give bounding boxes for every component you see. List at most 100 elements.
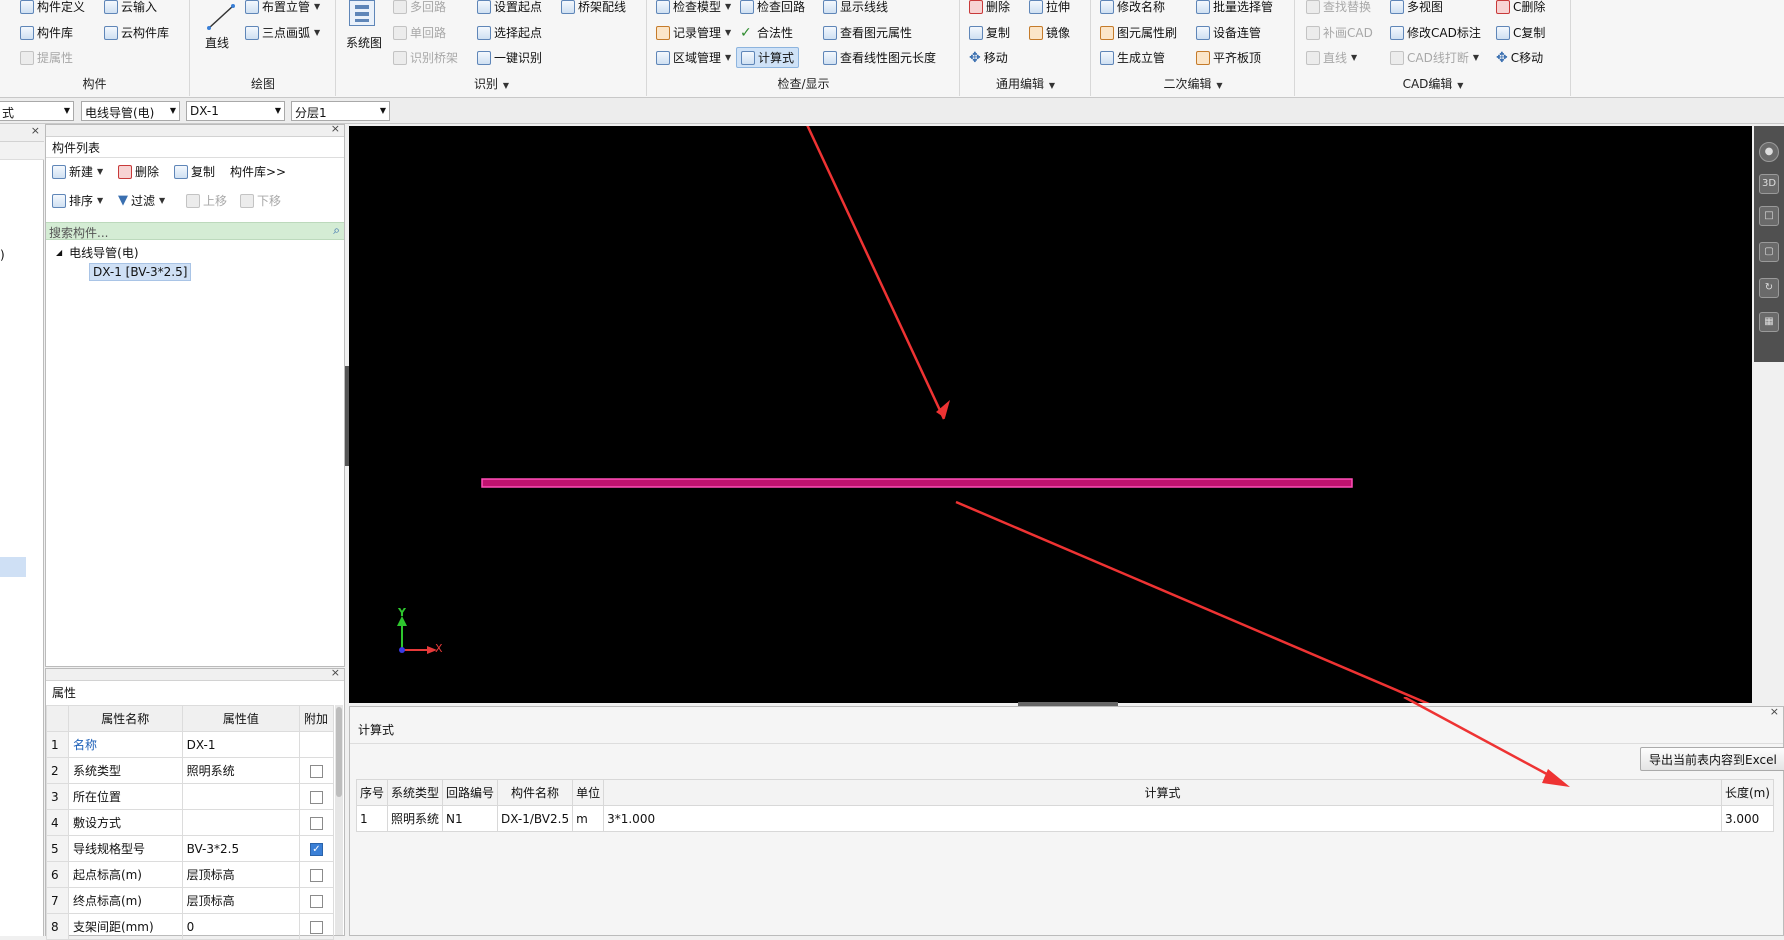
cloud-input-button[interactable]: 云输入 bbox=[104, 0, 157, 15]
close-icon[interactable]: × bbox=[331, 666, 340, 679]
batch-select-pipe-button[interactable]: 批量选择管 bbox=[1196, 0, 1273, 15]
record-management-button[interactable]: 记录管理 ▼ bbox=[656, 24, 731, 41]
property-row[interactable]: 7 终点标高(m) 层顶标高 bbox=[46, 887, 334, 914]
system-diagram-button[interactable]: 系统图 bbox=[346, 34, 382, 51]
property-value[interactable]: 层顶标高 bbox=[181, 861, 301, 888]
device-connect-pipe-button[interactable]: 设备连管 bbox=[1196, 24, 1261, 41]
generate-riser-button[interactable]: 生成立管 bbox=[1100, 49, 1165, 66]
component-search-input[interactable]: 搜索构件... ⌕ bbox=[46, 222, 344, 240]
view-linear-length-button[interactable]: 查看线性图元长度 bbox=[823, 49, 936, 66]
layer-select[interactable]: 分层1 ▼ bbox=[291, 101, 390, 121]
cad-copy-button[interactable]: C复制 bbox=[1496, 24, 1545, 41]
area-management-button[interactable]: 区域管理 ▼ bbox=[656, 49, 731, 66]
cad-line-button[interactable]: 直线 ▼ bbox=[1306, 49, 1357, 66]
property-brush-button[interactable]: 图元属性刷 bbox=[1100, 24, 1177, 41]
sort-button[interactable]: 排序 ▼ bbox=[52, 192, 103, 209]
cad-move-button[interactable]: ✥ C移动 bbox=[1496, 49, 1543, 66]
filter-button[interactable]: ▼ 过滤 ▼ bbox=[118, 192, 165, 209]
property-value[interactable] bbox=[181, 809, 301, 836]
checkbox[interactable] bbox=[310, 920, 323, 934]
select-start-point-button[interactable]: 选择起点 bbox=[477, 24, 542, 41]
checkbox-checked[interactable]: ✓ bbox=[310, 842, 323, 856]
find-replace-button[interactable]: 查找替换 bbox=[1306, 0, 1371, 15]
single-circuit-button[interactable]: 单回路 bbox=[393, 24, 446, 41]
property-value[interactable]: 层顶标高 bbox=[181, 887, 301, 914]
one-click-identify-button[interactable]: 一键识别 bbox=[477, 49, 542, 66]
place-riser-button[interactable]: 布置立管 ▼ bbox=[245, 0, 320, 15]
property-value[interactable] bbox=[181, 783, 301, 810]
legality-button[interactable]: ✓ 合法性 bbox=[740, 24, 793, 41]
layer-grid-icon[interactable]: ▦ bbox=[1759, 312, 1779, 332]
property-value[interactable]: BV-3*2.5 bbox=[181, 835, 301, 862]
check-model-button[interactable]: 检查模型 ▼ bbox=[656, 0, 731, 15]
drawing-canvas[interactable]: Y X bbox=[349, 85, 1753, 844]
redraw-cad-button[interactable]: 补画CAD bbox=[1306, 24, 1373, 41]
tree-node-parent[interactable]: ◢ 电线导管(电) bbox=[56, 244, 139, 261]
mirror-button[interactable]: 镜像 bbox=[1029, 24, 1070, 41]
identify-tray-button[interactable]: 识别桥架 bbox=[393, 49, 458, 66]
three-point-arc-button[interactable]: 三点画弧 ▼ bbox=[245, 24, 320, 41]
system-diagram-icon[interactable] bbox=[349, 0, 375, 26]
cad-break-line-button[interactable]: CAD线打断 ▼ bbox=[1390, 49, 1479, 66]
move-up-button[interactable]: 上移 bbox=[186, 192, 227, 209]
property-row[interactable]: 3 所在位置 bbox=[46, 783, 334, 810]
property-value[interactable]: 照明系统 bbox=[181, 757, 301, 784]
component-type-select[interactable]: 电线导管(电) ▼ bbox=[81, 101, 180, 121]
extract-attribute-button[interactable]: 提属性 bbox=[20, 49, 73, 66]
line-tool-button[interactable]: 直线 bbox=[205, 34, 229, 51]
collapse-triangle-icon[interactable]: ◢ bbox=[56, 248, 62, 257]
set-start-point-button[interactable]: 设置起点 bbox=[477, 0, 542, 15]
top-view-icon[interactable]: □ bbox=[1759, 206, 1779, 226]
multi-circuit-button[interactable]: 多回路 bbox=[393, 0, 446, 15]
calculation-formula-button[interactable]: 计算式 bbox=[736, 47, 800, 68]
align-slab-top-button[interactable]: 平齐板顶 bbox=[1196, 49, 1261, 66]
tree-node-selected-component[interactable]: DX-1 [BV-3*2.5] bbox=[89, 263, 192, 281]
cloud-library-button[interactable]: 云构件库 bbox=[104, 24, 169, 41]
properties-scrollbar[interactable] bbox=[335, 705, 343, 935]
cad-delete-button[interactable]: C删除 bbox=[1496, 0, 1545, 15]
checkbox[interactable] bbox=[310, 816, 323, 830]
checkbox[interactable] bbox=[310, 868, 323, 882]
property-row[interactable]: 5 导线规格型号 BV-3*2.5 ✓ bbox=[46, 835, 334, 862]
new-component-button[interactable]: 新建 ▼ bbox=[52, 163, 103, 180]
check-circuit-button[interactable]: 检查回路 bbox=[740, 0, 805, 15]
checkbox[interactable] bbox=[310, 790, 323, 804]
left-strip-selected-item[interactable] bbox=[0, 557, 26, 577]
rotate-icon[interactable]: ↻ bbox=[1759, 278, 1779, 298]
search-icon[interactable]: ⌕ bbox=[333, 223, 340, 238]
move-button[interactable]: ✥ 移动 bbox=[969, 49, 1008, 66]
3d-view-icon[interactable]: 3D bbox=[1759, 174, 1779, 194]
multi-view-button[interactable]: 多视图 bbox=[1390, 0, 1443, 15]
scrollbar-thumb[interactable] bbox=[336, 707, 342, 797]
show-lines-button[interactable]: 显示线线 bbox=[823, 0, 888, 15]
property-row[interactable]: 1 名称 DX-1 bbox=[46, 731, 334, 758]
left-strip-row[interactable] bbox=[0, 142, 44, 160]
property-row[interactable]: 4 敷设方式 bbox=[46, 809, 334, 836]
modify-cad-annotation-button[interactable]: 修改CAD标注 bbox=[1390, 24, 1481, 41]
orbit-sphere-icon[interactable]: ● bbox=[1759, 142, 1779, 162]
delete-component-button[interactable]: 删除 bbox=[118, 163, 159, 180]
property-row[interactable]: 6 起点标高(m) 层顶标高 bbox=[46, 861, 334, 888]
property-row[interactable]: 2 系统类型 照明系统 bbox=[46, 757, 334, 784]
copy-button[interactable]: 复制 bbox=[969, 24, 1010, 41]
stretch-button[interactable]: 拉伸 bbox=[1029, 0, 1070, 15]
close-icon[interactable]: × bbox=[331, 122, 340, 135]
component-select[interactable]: DX-1 ▼ bbox=[186, 101, 285, 121]
close-icon[interactable]: × bbox=[31, 124, 40, 137]
move-down-button[interactable]: 下移 bbox=[240, 192, 281, 209]
component-library-link[interactable]: 构件库>> bbox=[230, 163, 286, 180]
property-value[interactable]: DX-1 bbox=[181, 731, 301, 758]
perspective-cube-icon[interactable]: ▢ bbox=[1759, 242, 1779, 262]
tray-wiring-button[interactable]: 桥架配线 bbox=[561, 0, 626, 15]
mode-select[interactable]: 式 ▼ bbox=[0, 101, 74, 121]
delete-button[interactable]: 删除 bbox=[969, 0, 1010, 15]
checkbox[interactable] bbox=[310, 764, 323, 778]
wire-conduit-dx-1[interactable] bbox=[481, 478, 1353, 488]
line-tool-icon[interactable] bbox=[205, 2, 237, 32]
copy-component-button[interactable]: 复制 bbox=[174, 163, 215, 180]
component-library-button[interactable]: 构件库 bbox=[20, 24, 73, 41]
checkbox[interactable] bbox=[310, 894, 323, 908]
rename-button[interactable]: 修改名称 bbox=[1100, 0, 1165, 15]
component-define-button[interactable]: 构件定义 bbox=[20, 0, 85, 15]
view-element-properties-button[interactable]: 查看图元属性 bbox=[823, 24, 912, 41]
